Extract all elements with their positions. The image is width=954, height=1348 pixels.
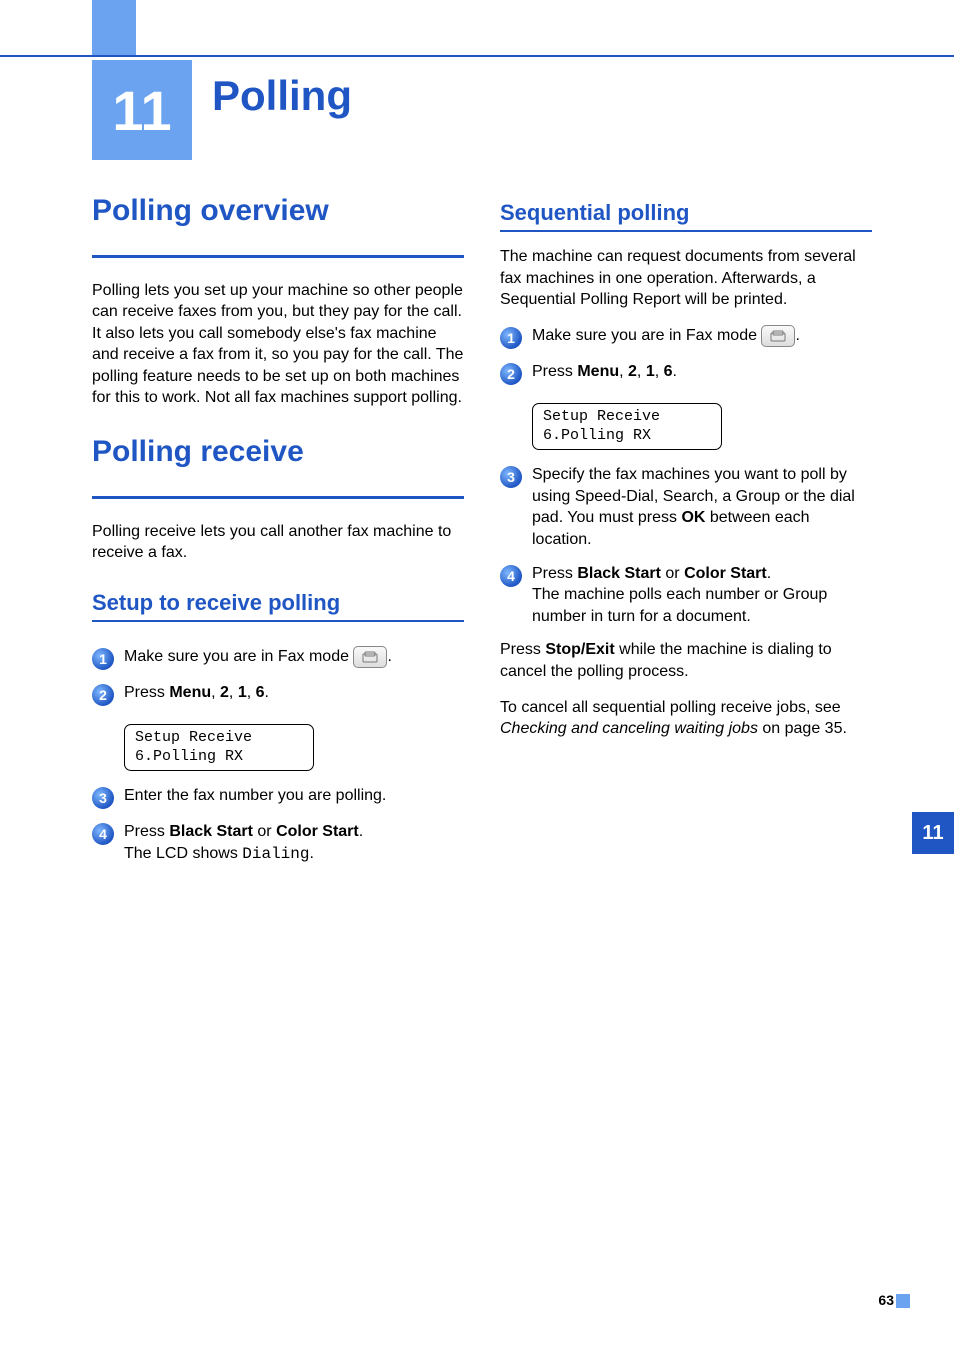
step-3: 3 Enter the fax number you are polling. xyxy=(92,785,464,809)
text: Press xyxy=(124,823,169,840)
text: , xyxy=(247,684,256,701)
chapter-number-box: 11 xyxy=(92,60,192,160)
key-black-start: Black Start xyxy=(169,823,253,840)
text: , xyxy=(211,684,220,701)
lcd-line-1: Setup Receive xyxy=(543,408,711,427)
lcd-display: Setup Receive 6.Polling RX xyxy=(532,397,872,451)
text: . xyxy=(359,823,363,840)
text: . xyxy=(673,363,677,380)
step-badge: 1 xyxy=(92,648,114,670)
lcd-line-1: Setup Receive xyxy=(135,729,303,748)
step-text: Enter the fax number you are polling. xyxy=(124,785,464,807)
chapter-number: 11 xyxy=(112,78,171,143)
key-menu: Menu xyxy=(577,363,619,380)
right-column: Sequential polling The machine can reque… xyxy=(500,194,872,877)
text: , xyxy=(655,363,664,380)
text: . xyxy=(265,684,269,701)
key-stop-exit: Stop/Exit xyxy=(545,641,614,658)
text: or xyxy=(661,565,684,582)
header-rule xyxy=(0,55,954,57)
lcd-display: Setup Receive 6.Polling RX xyxy=(124,718,464,772)
fax-mode-icon xyxy=(761,325,795,347)
key-color-start: Color Start xyxy=(684,565,767,582)
step-3: 3 Specify the fax machines you want to p… xyxy=(500,464,872,550)
text: or xyxy=(253,823,276,840)
step-text: Make sure you are in Fax mode . xyxy=(124,646,464,668)
subheading-rule xyxy=(500,230,872,232)
step-text: Press Black Start or Color Start. The ma… xyxy=(532,563,872,628)
text: on page 35. xyxy=(758,720,847,737)
text: , xyxy=(229,684,238,701)
text: Press xyxy=(532,363,577,380)
text: , xyxy=(619,363,628,380)
key-2: 2 xyxy=(628,363,637,380)
text: Press xyxy=(124,684,169,701)
step-text: Press Black Start or Color Start. The LC… xyxy=(124,821,464,865)
step-1: 1 Make sure you are in Fax mode . xyxy=(92,646,464,670)
heading-polling-overview: Polling overview xyxy=(92,194,464,229)
key-1: 1 xyxy=(238,684,247,701)
text: . xyxy=(795,327,799,344)
cross-reference: Checking and canceling waiting jobs xyxy=(500,720,758,737)
fax-mode-icon xyxy=(353,646,387,668)
text: The machine polls each number or Group n… xyxy=(532,586,827,625)
step-2: 2 Press Menu, 2, 1, 6. xyxy=(92,682,464,706)
text: . xyxy=(767,565,771,582)
step-badge: 3 xyxy=(500,466,522,488)
lcd-line-2: 6.Polling RX xyxy=(543,427,711,446)
key-black-start: Black Start xyxy=(577,565,661,582)
left-column: Polling overview Polling lets you set up… xyxy=(92,194,464,877)
step-text: Make sure you are in Fax mode . xyxy=(532,325,872,347)
text: The LCD shows xyxy=(124,845,242,862)
subheading-rule xyxy=(92,620,464,622)
step-badge: 3 xyxy=(92,787,114,809)
key-menu: Menu xyxy=(169,684,211,701)
page-number: 63 xyxy=(878,1292,894,1308)
step-2: 2 Press Menu, 2, 1, 6. xyxy=(500,361,872,385)
heading-polling-receive: Polling receive xyxy=(92,435,464,470)
chapter-title: Polling xyxy=(212,72,352,120)
step-text: Specify the fax machines you want to pol… xyxy=(532,464,872,550)
step-badge: 2 xyxy=(500,363,522,385)
step-badge: 4 xyxy=(92,823,114,845)
step-badge: 2 xyxy=(92,684,114,706)
step-text: Press Menu, 2, 1, 6. xyxy=(532,361,872,383)
step-1: 1 Make sure you are in Fax mode . xyxy=(500,325,872,349)
heading-rule xyxy=(92,496,464,499)
text: To cancel all sequential polling receive… xyxy=(500,699,841,716)
lcd-inline: Dialing xyxy=(242,845,309,863)
step-text: Press Menu, 2, 1, 6. xyxy=(124,682,464,704)
text: Make sure you are in Fax mode xyxy=(532,327,761,344)
key-2: 2 xyxy=(220,684,229,701)
key-color-start: Color Start xyxy=(276,823,359,840)
overview-paragraph: Polling lets you set up your machine so … xyxy=(92,280,464,410)
side-tab-number: 11 xyxy=(922,822,943,845)
text: Press xyxy=(500,641,545,658)
subheading-setup-receive: Setup to receive polling xyxy=(92,590,464,616)
sequential-paragraph: The machine can request documents from s… xyxy=(500,246,872,311)
page-number-marker xyxy=(896,1294,910,1308)
step-4: 4 Press Black Start or Color Start. The … xyxy=(500,563,872,628)
side-chapter-tab: 11 xyxy=(912,812,954,854)
step-badge: 1 xyxy=(500,327,522,349)
cancel-all-paragraph: To cancel all sequential polling receive… xyxy=(500,697,872,740)
page: 11 Polling Polling overview Polling lets… xyxy=(0,0,954,1348)
text: Make sure you are in Fax mode xyxy=(124,648,353,665)
header-tab-block xyxy=(92,0,136,56)
text: , xyxy=(637,363,646,380)
text: . xyxy=(309,845,313,862)
step-badge: 4 xyxy=(500,565,522,587)
key-ok: OK xyxy=(681,509,705,526)
key-6: 6 xyxy=(256,684,265,701)
polling-receive-paragraph: Polling receive lets you call another fa… xyxy=(92,521,464,564)
subheading-sequential-polling: Sequential polling xyxy=(500,200,872,226)
key-6: 6 xyxy=(664,363,673,380)
text: . xyxy=(387,648,391,665)
stop-exit-paragraph: Press Stop/Exit while the machine is dia… xyxy=(500,639,872,682)
key-1: 1 xyxy=(646,363,655,380)
heading-rule xyxy=(92,255,464,258)
step-4: 4 Press Black Start or Color Start. The … xyxy=(92,821,464,865)
lcd-line-2: 6.Polling RX xyxy=(135,748,303,767)
text: Press xyxy=(532,565,577,582)
